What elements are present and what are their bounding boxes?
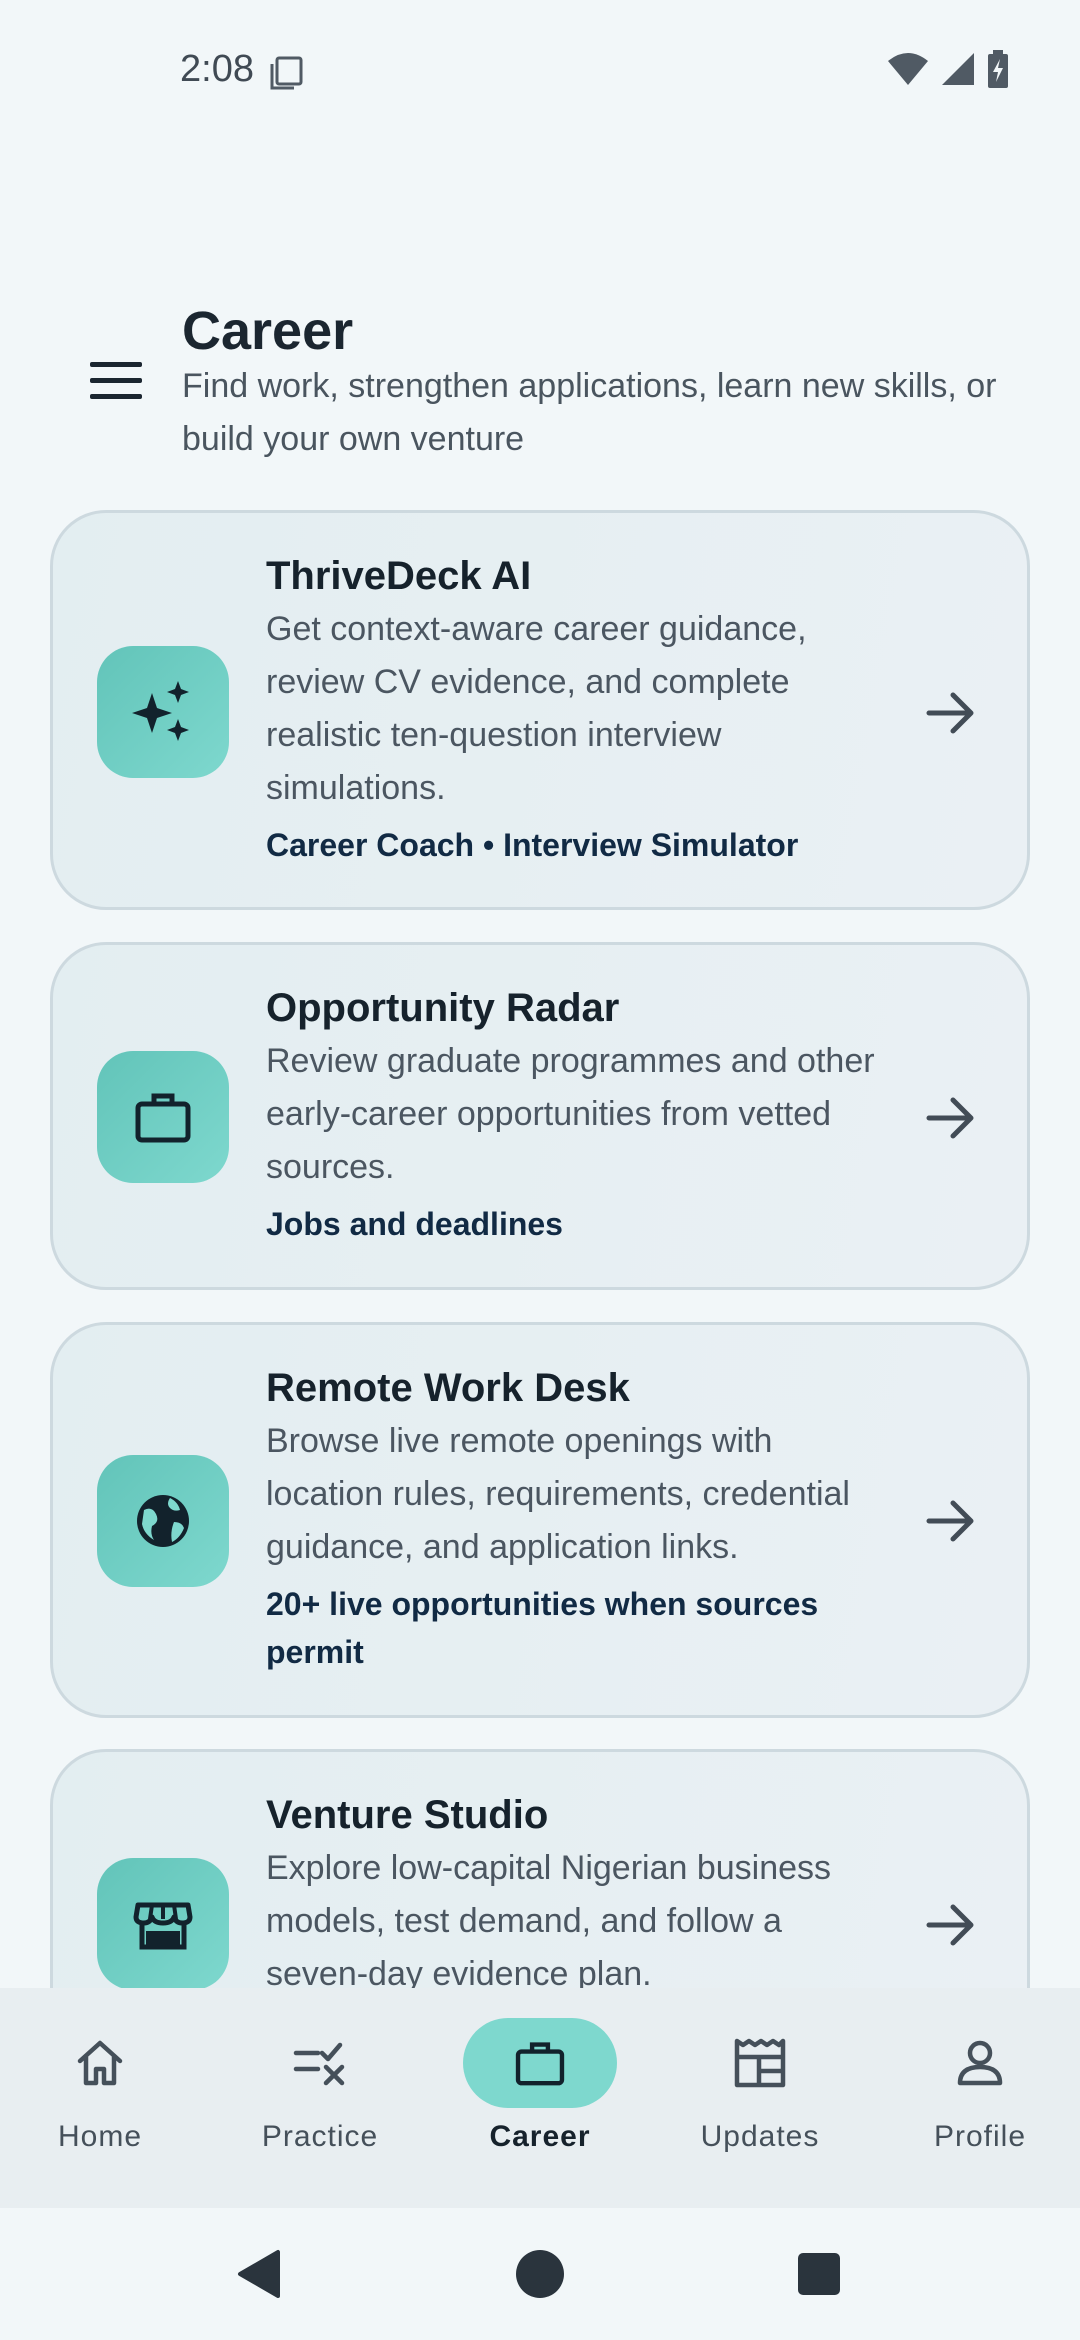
card-icon-container — [97, 1051, 229, 1183]
briefcase-icon — [515, 2042, 565, 2086]
card-description: Get context-aware career guidance, revie… — [266, 610, 807, 807]
card-tag: Jobs and deadlines — [266, 1206, 563, 1242]
card-title: Opportunity Radar — [266, 986, 620, 1030]
card-icon-container — [97, 646, 229, 778]
nav-item-updates[interactable]: Updates — [660, 2018, 860, 2154]
nav-item-career[interactable]: Career — [440, 2018, 640, 2154]
status-bar: 2:08 — [0, 0, 1080, 140]
card-tag: 20+ live opportunities when sources perm… — [266, 1586, 819, 1670]
arrow-right-icon — [926, 1904, 974, 1946]
newspaper-icon — [734, 2038, 786, 2088]
battery-icon — [988, 50, 1008, 88]
arrow-right-icon — [926, 1500, 974, 1542]
card-description: Review graduate programmes and other ear… — [266, 1042, 875, 1186]
card-thrivedeck-ai[interactable]: ThriveDeck AI Get context-aware career g… — [50, 510, 1030, 910]
system-nav-bar — [0, 2208, 1080, 2340]
card-description: Explore low-capital Nigerian business mo… — [266, 1849, 832, 1993]
sparkle-icon — [132, 681, 189, 741]
briefcase-icon — [135, 1093, 191, 1143]
page-subtitle: Find work, strengthen applications, lear… — [182, 367, 997, 458]
card-remote-work-desk[interactable]: Remote Work Desk Browse live remote open… — [50, 1322, 1030, 1718]
card-title: ThriveDeck AI — [266, 554, 532, 598]
home-icon — [77, 2040, 123, 2086]
card-title: Remote Work Desk — [266, 1366, 630, 1410]
arrow-right-icon — [926, 692, 974, 734]
card-tag: Career Coach • Interview Simulator — [266, 827, 799, 863]
person-icon — [957, 2040, 1003, 2086]
nav-item-home[interactable]: Home — [0, 2018, 200, 2154]
practice-icon — [293, 2042, 345, 2086]
card-opportunity-radar[interactable]: Opportunity Radar Review graduate progra… — [50, 942, 1030, 1290]
nav-label: Profile — [933, 2120, 1027, 2153]
card-description: Browse live remote openings with locatio… — [266, 1422, 850, 1566]
sim-card-icon — [270, 56, 303, 90]
home-circle-icon[interactable] — [514, 2246, 566, 2302]
bottom-nav: Home Practice Career Updates Profile — [0, 1988, 1080, 2208]
card-title: Venture Studio — [266, 1793, 549, 1837]
nav-label: Updates — [700, 2120, 820, 2153]
arrow-right-icon — [926, 1097, 974, 1139]
wifi-icon — [888, 53, 928, 85]
menu-icon[interactable] — [88, 358, 144, 404]
nav-item-practice[interactable]: Practice — [220, 2018, 420, 2154]
nav-label: Home — [57, 2120, 143, 2153]
status-icons — [886, 50, 1010, 88]
nav-item-profile[interactable]: Profile — [880, 2018, 1080, 2154]
storefront-icon — [133, 1902, 193, 1950]
page-title: Career — [182, 301, 354, 361]
recents-icon[interactable] — [796, 2246, 844, 2302]
nav-label: Career — [489, 2120, 591, 2153]
status-time: 2:08 — [180, 48, 254, 90]
globe-icon — [137, 1495, 189, 1547]
nav-label: Practice — [261, 2120, 379, 2153]
back-icon[interactable] — [232, 2246, 288, 2302]
card-icon-container — [97, 1455, 229, 1587]
signal-icon — [942, 53, 974, 85]
card-icon-container — [97, 1858, 229, 1990]
